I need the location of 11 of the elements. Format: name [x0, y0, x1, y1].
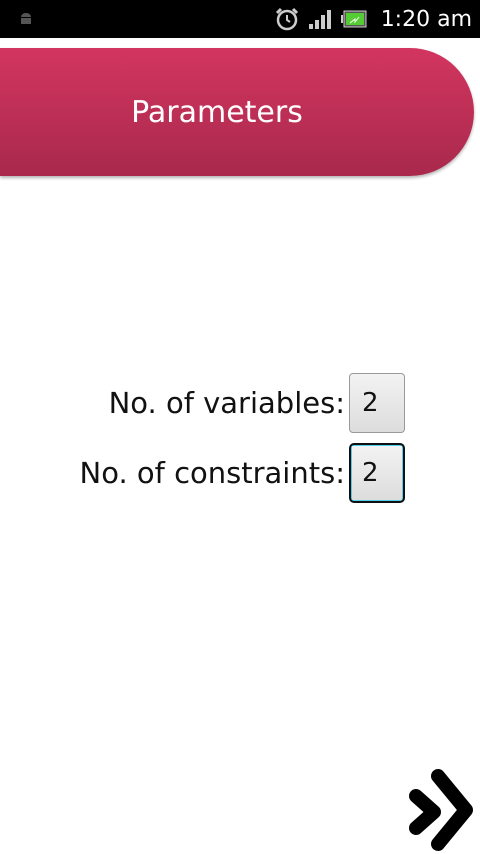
number-field[interactable]: 2	[349, 443, 405, 503]
clock-time: 1:20 am	[380, 6, 472, 32]
field-label: No. of variables:	[108, 386, 345, 420]
next-chevron-icon[interactable]	[406, 766, 476, 854]
screen-title: Parameters	[130, 94, 304, 130]
signal-icon	[308, 9, 331, 29]
alarm-clock-icon	[274, 7, 299, 31]
android-icon	[18, 12, 34, 26]
field-label: No. of constraints:	[80, 456, 345, 490]
battery-icon	[340, 10, 367, 28]
number-field[interactable]: 2	[349, 373, 405, 433]
